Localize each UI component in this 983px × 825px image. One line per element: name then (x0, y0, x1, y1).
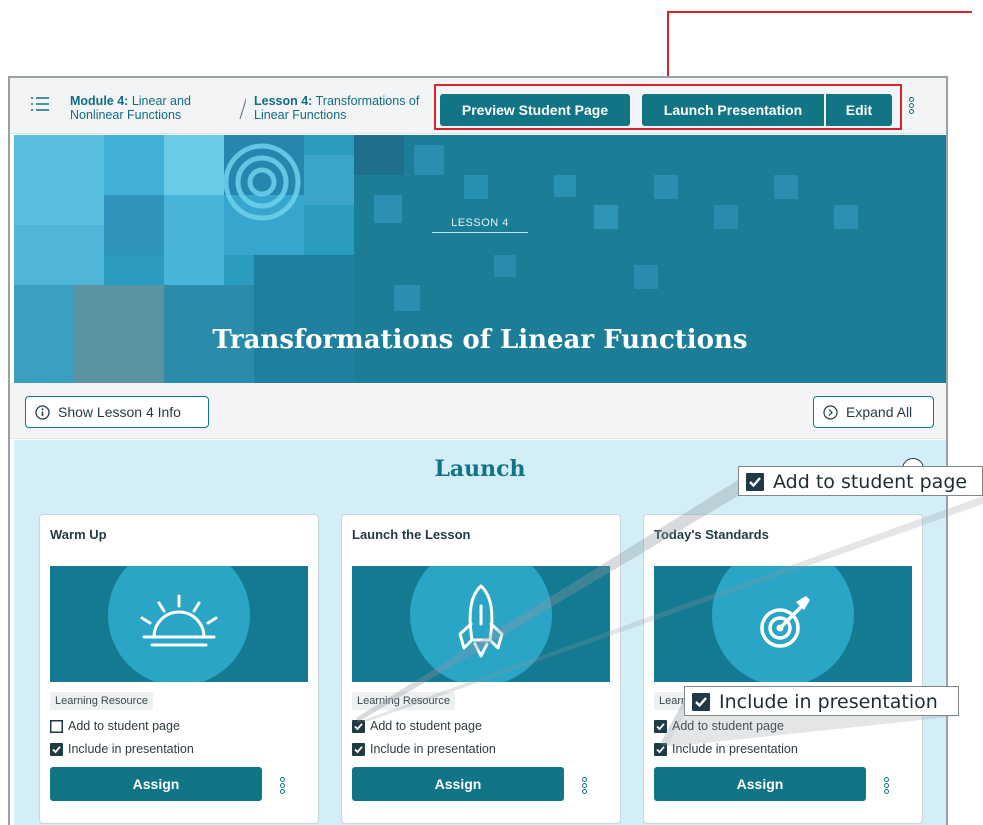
checkbox-checked-icon (692, 693, 710, 711)
callout-include-label: Include in presentation (719, 691, 938, 713)
callout-add-to-student-page: Add to student page (738, 466, 983, 496)
callout-add-label: Add to student page (773, 471, 968, 493)
checkbox-checked-icon (746, 473, 764, 491)
callout-include-in-presentation: Include in presentation (684, 686, 959, 716)
